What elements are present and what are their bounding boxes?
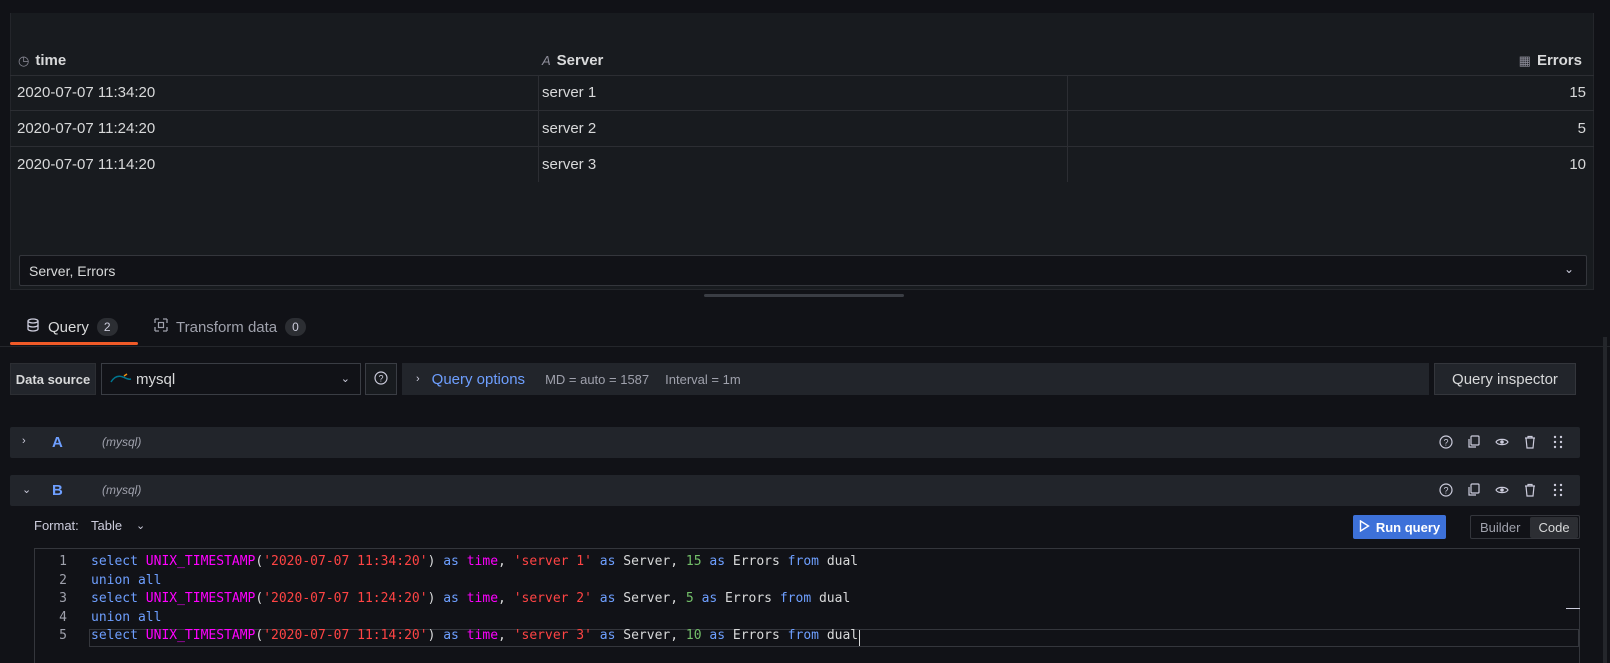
text-icon: A	[542, 53, 551, 68]
table-row: 2020-07-07 11:34:20 server 1 15	[10, 75, 1594, 111]
cell-server: server 1	[542, 84, 597, 101]
cell-time: 2020-07-07 11:14:20	[17, 156, 156, 173]
tabs-divider	[0, 346, 1610, 347]
query-ref[interactable]: A	[52, 434, 63, 451]
line-number: 2	[59, 572, 67, 588]
column-header-time[interactable]: ◷ time	[18, 52, 66, 69]
column-divider	[1067, 75, 1068, 182]
editor-mode-toggle: Builder Code	[1470, 515, 1580, 539]
mysql-logo-icon	[110, 373, 132, 385]
chevron-down-icon: ⌄	[340, 373, 350, 385]
code-line[interactable]: select UNIX_TIMESTAMP('2020-07-07 11:14:…	[91, 628, 858, 643]
help-icon[interactable]: ?	[1438, 482, 1454, 498]
duplicate-icon[interactable]	[1466, 482, 1482, 498]
text-cursor	[859, 630, 860, 646]
code-line[interactable]: select UNIX_TIMESTAMP('2020-07-07 11:24:…	[91, 591, 850, 606]
code-line[interactable]: union all	[91, 573, 161, 588]
datasource-help-button[interactable]: ?	[365, 363, 397, 395]
eye-icon[interactable]	[1494, 434, 1510, 450]
query-row-a[interactable]: › A (mysql) ?	[10, 427, 1580, 458]
cell-time: 2020-07-07 11:34:20	[17, 84, 156, 101]
format-label: Format:	[34, 518, 79, 533]
query-datasource: (mysql)	[102, 435, 142, 449]
line-number: 3	[59, 591, 67, 606]
query-options-label: Query options	[431, 370, 526, 388]
drag-handle-icon[interactable]	[1550, 482, 1566, 498]
query-options-bar[interactable]: › Query options MD = auto = 1587 Interva…	[402, 363, 1429, 395]
minimap-indicator	[1566, 608, 1580, 609]
active-tab-indicator	[10, 342, 138, 345]
code-line[interactable]: union all	[91, 610, 161, 625]
tab-count: 2	[96, 318, 118, 336]
cell-errors: 15	[1569, 84, 1586, 101]
chevron-right-icon[interactable]: ›	[22, 435, 26, 447]
datasource-select[interactable]: mysql ⌄	[101, 363, 361, 395]
line-number: 4	[59, 609, 67, 625]
tab-query[interactable]: Query 2	[26, 318, 118, 336]
line-number: 1	[59, 554, 67, 569]
drag-handle-icon[interactable]	[1550, 434, 1566, 450]
cell-server: server 3	[542, 156, 597, 173]
duplicate-icon[interactable]	[1466, 434, 1482, 450]
table-row: 2020-07-07 11:14:20 server 3 10	[10, 147, 1594, 182]
query-inspector-button[interactable]: Query inspector	[1434, 363, 1576, 395]
help-icon[interactable]: ?	[1438, 434, 1454, 450]
database-icon	[26, 318, 40, 336]
svg-text:?: ?	[1443, 438, 1448, 448]
chevron-down-icon: ⌄	[1563, 262, 1574, 276]
line-number: 5	[59, 628, 67, 643]
play-icon	[1359, 519, 1370, 535]
chevron-down-icon[interactable]: ⌄	[136, 519, 145, 532]
trash-icon[interactable]	[1522, 434, 1538, 450]
code-line[interactable]: select UNIX_TIMESTAMP('2020-07-07 11:34:…	[91, 554, 858, 569]
cell-errors: 5	[1577, 120, 1586, 137]
frame-select[interactable]: Server, Errors ⌄	[19, 255, 1587, 286]
chevron-right-icon: ›	[416, 373, 420, 385]
code-editor[interactable]: 1 select UNIX_TIMESTAMP('2020-07-07 11:34…	[34, 548, 1580, 663]
chevron-down-icon[interactable]: ⌄	[22, 483, 31, 496]
mode-code[interactable]: Code	[1530, 516, 1578, 538]
datasource-label: Data source	[10, 363, 96, 395]
svg-text:?: ?	[1443, 486, 1448, 496]
query-row-b[interactable]: ⌄ B (mysql) ?	[10, 475, 1580, 506]
table-row: 2020-07-07 11:24:20 server 2 5	[10, 111, 1594, 147]
column-divider	[538, 75, 539, 182]
query-ref[interactable]: B	[52, 482, 63, 499]
clock-icon: ◷	[18, 52, 30, 68]
column-header-errors[interactable]: ▦ Errors	[1519, 52, 1582, 69]
help-icon: ?	[374, 370, 388, 388]
table-header: ◷ time A Server ▦ Errors	[10, 44, 1594, 76]
interval: Interval = 1m	[665, 371, 741, 387]
max-data-points: MD = auto = 1587	[545, 371, 650, 387]
trash-icon[interactable]	[1522, 482, 1538, 498]
svg-text:?: ?	[378, 373, 383, 383]
cell-time: 2020-07-07 11:24:20	[17, 120, 156, 137]
cell-errors: 10	[1569, 156, 1586, 173]
eye-icon[interactable]	[1494, 482, 1510, 498]
tab-count: 0	[285, 318, 306, 336]
tab-transform-data[interactable]: Transform data 0	[154, 318, 306, 336]
mode-builder[interactable]: Builder	[1472, 517, 1528, 538]
run-query-button[interactable]: Run query	[1353, 515, 1446, 539]
transform-icon	[154, 318, 168, 336]
column-header-server[interactable]: A Server	[542, 52, 603, 69]
scrollbar[interactable]	[1603, 337, 1607, 663]
pane-resize-handle[interactable]	[704, 294, 904, 297]
number-icon: ▦	[1518, 52, 1531, 68]
query-datasource: (mysql)	[102, 483, 142, 497]
format-select[interactable]: Table	[91, 518, 122, 533]
cell-server: server 2	[542, 120, 597, 137]
